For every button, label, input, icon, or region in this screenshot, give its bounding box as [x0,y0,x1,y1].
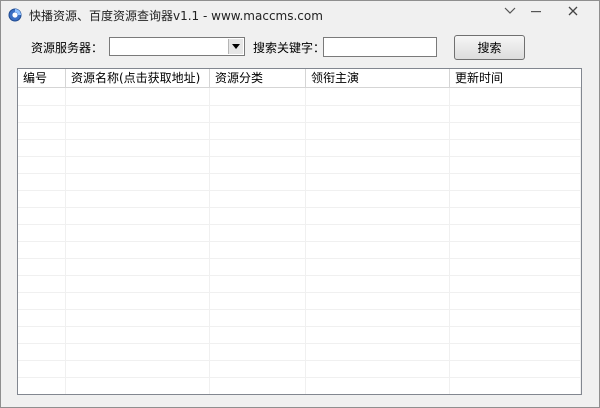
results-table[interactable]: 编号 资源名称(点击获取地址) 资源分类 领衔主演 更新时间 [17,68,582,395]
column-header-name[interactable]: 资源名称(点击获取地址) [66,69,210,87]
server-select[interactable] [109,37,245,56]
window-title: 快播资源、百度资源查询器v1.1 - www.maccms.com [29,9,323,23]
title-bar[interactable]: 快播资源、百度资源查询器v1.1 - www.maccms.com [1,1,599,29]
keyword-label: 搜索关键字： [253,41,326,55]
table-header: 编号 资源名称(点击获取地址) 资源分类 领衔主演 更新时间 [18,69,581,88]
column-header-starring[interactable]: 领衔主演 [306,69,450,87]
column-header-category[interactable]: 资源分类 [210,69,306,87]
dropdown-arrow-icon[interactable] [228,39,243,54]
minimize-icon[interactable] [523,1,549,21]
column-header-id[interactable]: 编号 [18,69,66,87]
column-header-updated[interactable]: 更新时间 [450,69,581,87]
search-button[interactable]: 搜索 [454,35,525,60]
close-icon[interactable] [549,1,597,21]
keyword-input[interactable] [323,37,437,57]
app-window: 快播资源、百度资源查询器v1.1 - www.maccms.com 资源服务器：… [0,0,600,408]
app-logo-icon [8,8,22,22]
chevron-down-icon[interactable] [497,1,523,21]
server-label: 资源服务器： [31,41,104,55]
